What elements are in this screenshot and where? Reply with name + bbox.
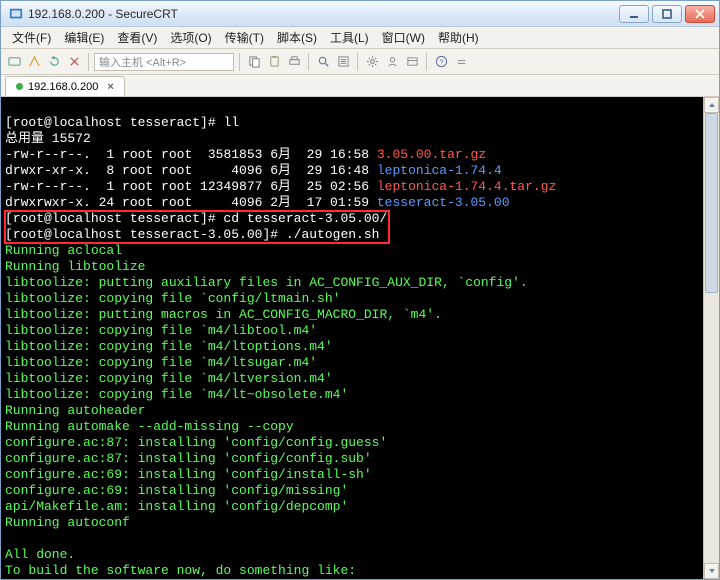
menu-script[interactable]: 脚本(S)	[272, 27, 322, 48]
settings-icon[interactable]	[363, 53, 381, 71]
tabstrip: 192.168.0.200 ×	[1, 75, 719, 97]
menu-file[interactable]: 文件(F)	[7, 27, 56, 48]
sessions-icon[interactable]	[403, 53, 421, 71]
svg-text:?: ?	[439, 57, 443, 66]
quick-connect-icon[interactable]	[25, 53, 43, 71]
help-icon[interactable]: ?	[432, 53, 450, 71]
menu-transfer[interactable]: 传输(T)	[220, 27, 269, 48]
ls-output: -rw-r--r--. 1 root root 3581853 6月 29 16…	[5, 147, 556, 210]
toolbar-overflow-icon[interactable]	[452, 53, 470, 71]
prompt: [root@localhost tesseract]#	[5, 115, 223, 130]
paste-icon[interactable]	[265, 53, 283, 71]
print-icon[interactable]	[285, 53, 303, 71]
menu-window[interactable]: 窗口(W)	[377, 27, 430, 48]
scroll-down-icon[interactable]	[704, 563, 719, 579]
cmd-ll: ll	[223, 115, 239, 130]
window-title: 192.168.0.200 - SecureCRT	[28, 7, 619, 21]
reconnect-icon[interactable]	[45, 53, 63, 71]
menu-help[interactable]: 帮助(H)	[433, 27, 484, 48]
highlight-box-cd: [root@localhost tesseract]# cd tesseract…	[5, 211, 389, 243]
menu-edit[interactable]: 编辑(E)	[59, 27, 109, 48]
find-icon[interactable]	[314, 53, 332, 71]
maximize-button[interactable]	[652, 5, 682, 23]
scroll-track[interactable]	[704, 113, 719, 563]
scroll-thumb[interactable]	[705, 113, 718, 293]
menu-tools[interactable]: 工具(L)	[325, 27, 374, 48]
total-line: 总用量 15572	[5, 131, 91, 146]
tab-label: 192.168.0.200	[28, 81, 98, 93]
minimize-button[interactable]	[619, 5, 649, 23]
connection-status-icon	[16, 83, 23, 90]
copy-icon[interactable]	[245, 53, 263, 71]
menu-options[interactable]: 选项(O)	[165, 27, 216, 48]
titlebar: 192.168.0.200 - SecureCRT	[1, 1, 719, 27]
autogen-output: Running aclocal Running libtoolize libto…	[5, 243, 528, 578]
tab-close-icon[interactable]: ×	[107, 81, 113, 93]
menu-view[interactable]: 查看(V)	[112, 27, 162, 48]
app-icon	[9, 7, 23, 21]
close-button[interactable]	[685, 5, 715, 23]
toolbar: 输入主机 <Alt+R> ?	[1, 49, 719, 75]
properties-icon[interactable]	[334, 53, 352, 71]
user-icon[interactable]	[383, 53, 401, 71]
scrollbar[interactable]	[703, 97, 719, 579]
menubar: 文件(F) 编辑(E) 查看(V) 选项(O) 传输(T) 脚本(S) 工具(L…	[1, 27, 719, 49]
connect-icon[interactable]	[5, 53, 23, 71]
host-input[interactable]: 输入主机 <Alt+R>	[94, 53, 234, 71]
session-tab[interactable]: 192.168.0.200 ×	[5, 76, 125, 96]
terminal[interactable]: [root@localhost tesseract]# ll 总用量 15572…	[1, 97, 719, 579]
disconnect-icon[interactable]	[65, 53, 83, 71]
scroll-up-icon[interactable]	[704, 97, 719, 113]
